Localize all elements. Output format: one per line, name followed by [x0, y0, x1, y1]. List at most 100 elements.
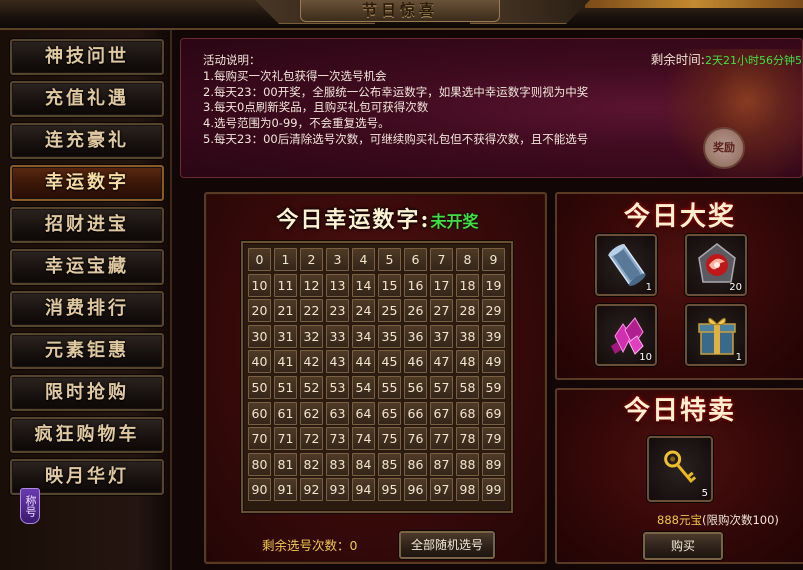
number-cell[interactable]: 66: [404, 401, 427, 425]
number-cell[interactable]: 55: [378, 375, 401, 399]
number-cell[interactable]: 20: [248, 299, 271, 323]
number-cell[interactable]: 22: [300, 299, 323, 323]
number-cell[interactable]: 96: [404, 478, 427, 502]
number-cell[interactable]: 71: [274, 427, 297, 451]
number-cell[interactable]: 39: [482, 324, 505, 348]
sidebar-item-yuansujuhui[interactable]: 元素钜惠: [10, 333, 164, 369]
number-cell[interactable]: 40: [248, 350, 271, 374]
number-cell[interactable]: 76: [404, 427, 427, 451]
number-cell[interactable]: 75: [378, 427, 401, 451]
number-cell[interactable]: 4: [352, 248, 375, 271]
number-cell[interactable]: 51: [274, 375, 297, 399]
sidebar-item-chongzhiliyu[interactable]: 充值礼遇: [10, 81, 164, 117]
number-cell[interactable]: 6: [404, 248, 427, 271]
number-cell[interactable]: 73: [326, 427, 349, 451]
number-cell[interactable]: 30: [248, 324, 271, 348]
number-cell[interactable]: 13: [326, 273, 349, 297]
sidebar-item-zhaocaijinbao[interactable]: 招财进宝: [10, 207, 164, 243]
number-cell[interactable]: 59: [482, 375, 505, 399]
number-cell[interactable]: 43: [326, 350, 349, 374]
sale-item-golden-key[interactable]: 5: [647, 436, 713, 502]
number-cell[interactable]: 72: [300, 427, 323, 451]
number-cell[interactable]: 97: [430, 478, 453, 502]
prize-item-pink-crystal[interactable]: 10: [595, 304, 657, 366]
number-cell[interactable]: 24: [352, 299, 375, 323]
number-cell[interactable]: 74: [352, 427, 375, 451]
number-cell[interactable]: 62: [300, 401, 323, 425]
sidebar-item-xiaofeipaihang[interactable]: 消费排行: [10, 291, 164, 327]
number-cell[interactable]: 44: [352, 350, 375, 374]
number-cell[interactable]: 64: [352, 401, 375, 425]
number-cell[interactable]: 79: [482, 427, 505, 451]
number-cell[interactable]: 19: [482, 273, 505, 297]
sidebar-item-shenjiwenshi[interactable]: 神技问世: [10, 39, 164, 75]
number-cell[interactable]: 78: [456, 427, 479, 451]
number-cell[interactable]: 60: [248, 401, 271, 425]
number-cell[interactable]: 58: [456, 375, 479, 399]
number-cell[interactable]: 23: [326, 299, 349, 323]
number-cell[interactable]: 89: [482, 452, 505, 476]
sidebar-item-xianshiqianggou[interactable]: 限时抢购: [10, 375, 164, 411]
number-cell[interactable]: 91: [274, 478, 297, 502]
number-cell[interactable]: 10: [248, 273, 271, 297]
number-cell[interactable]: 48: [456, 350, 479, 374]
number-cell[interactable]: 45: [378, 350, 401, 374]
number-cell[interactable]: 98: [456, 478, 479, 502]
number-cell[interactable]: 9: [482, 248, 505, 271]
number-cell[interactable]: 41: [274, 350, 297, 374]
number-cell[interactable]: 42: [300, 350, 323, 374]
sidebar-item-xingyunbaozang[interactable]: 幸运宝藏: [10, 249, 164, 285]
number-cell[interactable]: 16: [404, 273, 427, 297]
number-cell[interactable]: 46: [404, 350, 427, 374]
number-cell[interactable]: 70: [248, 427, 271, 451]
number-cell[interactable]: 63: [326, 401, 349, 425]
number-cell[interactable]: 8: [456, 248, 479, 271]
number-cell[interactable]: 67: [430, 401, 453, 425]
number-cell[interactable]: 57: [430, 375, 453, 399]
number-cell[interactable]: 95: [378, 478, 401, 502]
number-cell[interactable]: 7: [430, 248, 453, 271]
number-cell[interactable]: 31: [274, 324, 297, 348]
number-cell[interactable]: 35: [378, 324, 401, 348]
number-cell[interactable]: 61: [274, 401, 297, 425]
number-cell[interactable]: 34: [352, 324, 375, 348]
number-cell[interactable]: 18: [456, 273, 479, 297]
number-cell[interactable]: 87: [430, 452, 453, 476]
number-cell[interactable]: 27: [430, 299, 453, 323]
number-cell[interactable]: 77: [430, 427, 453, 451]
prize-item-gift-box[interactable]: 1: [685, 304, 747, 366]
number-cell[interactable]: 14: [352, 273, 375, 297]
number-cell[interactable]: 33: [326, 324, 349, 348]
number-cell[interactable]: 1: [274, 248, 297, 271]
number-cell[interactable]: 36: [404, 324, 427, 348]
number-cell[interactable]: 49: [482, 350, 505, 374]
number-cell[interactable]: 85: [378, 452, 401, 476]
number-cell[interactable]: 38: [456, 324, 479, 348]
number-cell[interactable]: 99: [482, 478, 505, 502]
number-cell[interactable]: 86: [404, 452, 427, 476]
number-cell[interactable]: 37: [430, 324, 453, 348]
prize-item-swirl-gem[interactable]: 20: [685, 234, 747, 296]
number-cell[interactable]: 12: [300, 273, 323, 297]
number-cell[interactable]: 5: [378, 248, 401, 271]
sidebar-item-fengkuanggouwuche[interactable]: 疯狂购物车: [10, 417, 164, 453]
number-cell[interactable]: 0: [248, 248, 271, 271]
number-cell[interactable]: 93: [326, 478, 349, 502]
number-cell[interactable]: 53: [326, 375, 349, 399]
prize-item-scroll[interactable]: 1: [595, 234, 657, 296]
number-cell[interactable]: 17: [430, 273, 453, 297]
number-cell[interactable]: 3: [326, 248, 349, 271]
number-cell[interactable]: 69: [482, 401, 505, 425]
number-cell[interactable]: 81: [274, 452, 297, 476]
number-cell[interactable]: 32: [300, 324, 323, 348]
number-cell[interactable]: 80: [248, 452, 271, 476]
number-cell[interactable]: 2: [300, 248, 323, 271]
number-cell[interactable]: 94: [352, 478, 375, 502]
number-cell[interactable]: 28: [456, 299, 479, 323]
random-pick-all-button[interactable]: 全部随机选号: [399, 531, 495, 559]
number-cell[interactable]: 26: [404, 299, 427, 323]
number-cell[interactable]: 47: [430, 350, 453, 374]
number-cell[interactable]: 52: [300, 375, 323, 399]
number-cell[interactable]: 15: [378, 273, 401, 297]
number-cell[interactable]: 82: [300, 452, 323, 476]
